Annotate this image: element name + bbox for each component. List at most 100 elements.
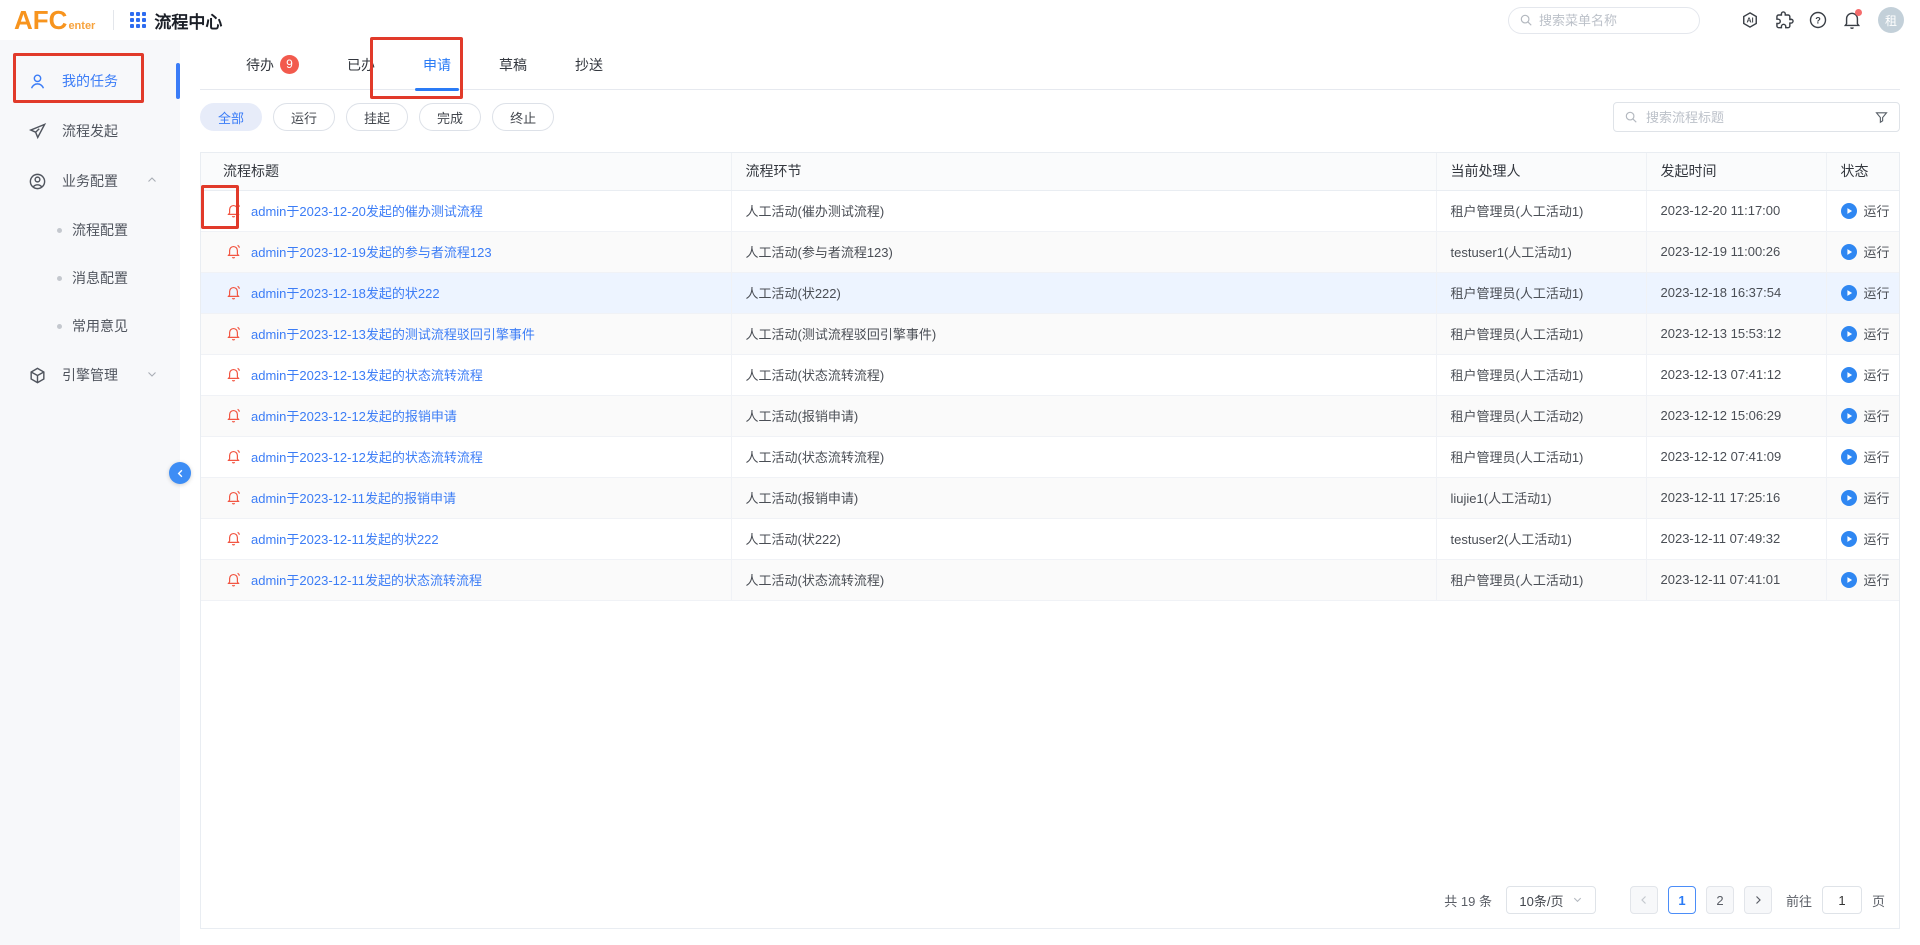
page-button-2[interactable]: 2 — [1706, 886, 1734, 914]
filter-pill-terminated[interactable]: 终止 — [492, 103, 554, 131]
start-time-cell: 2023-12-11 17:25:16 — [1646, 477, 1826, 518]
urge-bell-icon[interactable] — [225, 489, 242, 506]
sidebar-item-engine-management[interactable]: 引擎管理 — [0, 350, 180, 400]
urge-bell-icon[interactable] — [225, 571, 242, 588]
column-header-status: 状态 — [1826, 153, 1899, 190]
start-time-cell: 2023-12-11 07:41:01 — [1646, 559, 1826, 600]
status-label: 运行 — [1864, 570, 1890, 589]
urge-bell-icon[interactable] — [225, 202, 242, 219]
table-row[interactable]: admin于2023-12-13发起的测试流程驳回引擎事件 人工活动(测试流程驳… — [201, 313, 1899, 354]
process-title-link[interactable]: admin于2023-12-18发起的状222 — [251, 283, 440, 302]
chevron-left-icon — [175, 468, 186, 479]
table-row[interactable]: admin于2023-12-19发起的参与者流程123 人工活动(参与者流程12… — [201, 231, 1899, 272]
tab-draft[interactable]: 草稿 — [475, 40, 551, 90]
status-label: 运行 — [1864, 488, 1890, 507]
table-row[interactable]: admin于2023-12-12发起的状态流转流程 人工活动(状态流转流程) 租… — [201, 436, 1899, 477]
table-row[interactable]: admin于2023-12-20发起的催办测试流程 人工活动(催办测试流程) 租… — [201, 190, 1899, 231]
status-badge: 运行 — [1841, 529, 1900, 548]
status-badge: 运行 — [1841, 242, 1900, 261]
avatar[interactable]: 租 — [1878, 7, 1904, 33]
notification-bell-icon[interactable] — [1842, 10, 1862, 30]
filter-pill-running[interactable]: 运行 — [273, 103, 335, 131]
tab-done[interactable]: 已办 — [323, 40, 399, 90]
process-title-link[interactable]: admin于2023-12-11发起的状态流转流程 — [251, 570, 482, 589]
table-row[interactable]: admin于2023-12-11发起的状态流转流程 人工活动(状态流转流程) 租… — [201, 559, 1899, 600]
process-title-link[interactable]: admin于2023-12-13发起的状态流转流程 — [251, 365, 483, 384]
current-handler-cell: 租户管理员(人工活动1) — [1436, 436, 1646, 477]
svg-text:AI: AI — [1746, 17, 1753, 25]
current-handler-cell: 租户管理员(人工活动2) — [1436, 395, 1646, 436]
sidebar-item-process-config[interactable]: 流程配置 — [0, 206, 180, 254]
process-title-link[interactable]: admin于2023-12-13发起的测试流程驳回引擎事件 — [251, 324, 535, 343]
status-label: 运行 — [1864, 447, 1890, 466]
menu-search-box[interactable] — [1508, 7, 1700, 34]
sidebar-item-business-config[interactable]: 业务配置 — [0, 156, 180, 206]
page-size-value: 10条/页 — [1519, 891, 1563, 910]
prev-page-button[interactable] — [1630, 886, 1658, 914]
title-search-box[interactable] — [1613, 102, 1900, 132]
column-header-time: 发起时间 — [1646, 153, 1826, 190]
status-play-icon — [1841, 408, 1857, 424]
table-row[interactable]: admin于2023-12-18发起的状222 人工活动(状222) 租户管理员… — [201, 272, 1899, 313]
ai-assistant-icon[interactable]: AI — [1740, 10, 1760, 30]
filter-pill-all[interactable]: 全部 — [200, 103, 262, 131]
tab-todo[interactable]: 待办 9 — [222, 40, 323, 90]
menu-search-input[interactable] — [1539, 13, 1689, 28]
current-handler-cell: liujie1(人工活动1) — [1436, 477, 1646, 518]
table-row[interactable]: admin于2023-12-12发起的报销申请 人工活动(报销申请) 租户管理员… — [201, 395, 1899, 436]
svg-text:?: ? — [1815, 15, 1821, 25]
title-search-input[interactable] — [1646, 110, 1866, 125]
urge-bell-icon[interactable] — [225, 448, 242, 465]
sidebar-item-label: 流程配置 — [72, 220, 128, 240]
header-divider — [113, 10, 114, 30]
filter-funnel-icon[interactable] — [1874, 110, 1889, 125]
urge-bell-icon[interactable] — [225, 325, 242, 342]
page-title: 流程中心 — [154, 8, 222, 33]
filter-pill-suspended[interactable]: 挂起 — [346, 103, 408, 131]
process-title-link[interactable]: admin于2023-12-11发起的状222 — [251, 529, 439, 548]
sidebar-item-message-config[interactable]: 消息配置 — [0, 254, 180, 302]
tab-label: 已办 — [347, 55, 375, 75]
sidebar: 我的任务 流程发起 业务配置 流程配置 消息配置 常用 — [0, 40, 180, 945]
bullet-icon — [57, 324, 62, 329]
filter-pill-completed[interactable]: 完成 — [419, 103, 481, 131]
current-handler-cell: testuser2(人工活动1) — [1436, 518, 1646, 559]
process-title-link[interactable]: admin于2023-12-20发起的催办测试流程 — [251, 201, 483, 220]
table-row[interactable]: admin于2023-12-11发起的状222 人工活动(状222) testu… — [201, 518, 1899, 559]
status-badge: 运行 — [1841, 324, 1900, 343]
process-node-cell: 人工活动(状态流转流程) — [731, 559, 1436, 600]
tab-bar: 待办 9 已办 申请 草稿 抄送 — [200, 40, 1900, 90]
process-node-cell: 人工活动(状222) — [731, 272, 1436, 313]
apps-grid-icon[interactable] — [130, 12, 146, 28]
status-label: 运行 — [1864, 242, 1890, 261]
urge-bell-icon[interactable] — [225, 284, 242, 301]
process-title-link[interactable]: admin于2023-12-11发起的报销申请 — [251, 488, 456, 507]
urge-bell-icon[interactable] — [225, 530, 242, 547]
chevron-right-icon — [1752, 894, 1764, 906]
goto-page-input[interactable] — [1822, 886, 1862, 914]
table-row[interactable]: admin于2023-12-13发起的状态流转流程 人工活动(状态流转流程) 租… — [201, 354, 1899, 395]
next-page-button[interactable] — [1744, 886, 1772, 914]
help-icon[interactable]: ? — [1808, 10, 1828, 30]
tab-cc[interactable]: 抄送 — [551, 40, 627, 90]
tab-apply[interactable]: 申请 — [399, 40, 475, 90]
table-row[interactable]: admin于2023-12-11发起的报销申请 人工活动(报销申请) liuji… — [201, 477, 1899, 518]
todo-count-badge: 9 — [280, 55, 299, 74]
sidebar-item-process-start[interactable]: 流程发起 — [0, 106, 180, 156]
page-button-1[interactable]: 1 — [1668, 886, 1696, 914]
sidebar-item-my-tasks[interactable]: 我的任务 — [0, 56, 180, 106]
status-badge: 运行 — [1841, 488, 1900, 507]
sidebar-item-common-opinions[interactable]: 常用意见 — [0, 302, 180, 350]
plugins-puzzle-icon[interactable] — [1774, 10, 1794, 30]
bullet-icon — [57, 228, 62, 233]
sidebar-collapse-button[interactable] — [169, 462, 191, 484]
process-title-link[interactable]: admin于2023-12-19发起的参与者流程123 — [251, 242, 492, 261]
process-title-link[interactable]: admin于2023-12-12发起的报销申请 — [251, 406, 457, 425]
urge-bell-icon[interactable] — [225, 366, 242, 383]
chevron-left-icon — [1638, 894, 1650, 906]
process-title-link[interactable]: admin于2023-12-12发起的状态流转流程 — [251, 447, 483, 466]
page-size-select[interactable]: 10条/页 — [1506, 886, 1596, 914]
urge-bell-icon[interactable] — [225, 407, 242, 424]
process-node-cell: 人工活动(催办测试流程) — [731, 190, 1436, 231]
urge-bell-icon[interactable] — [225, 243, 242, 260]
